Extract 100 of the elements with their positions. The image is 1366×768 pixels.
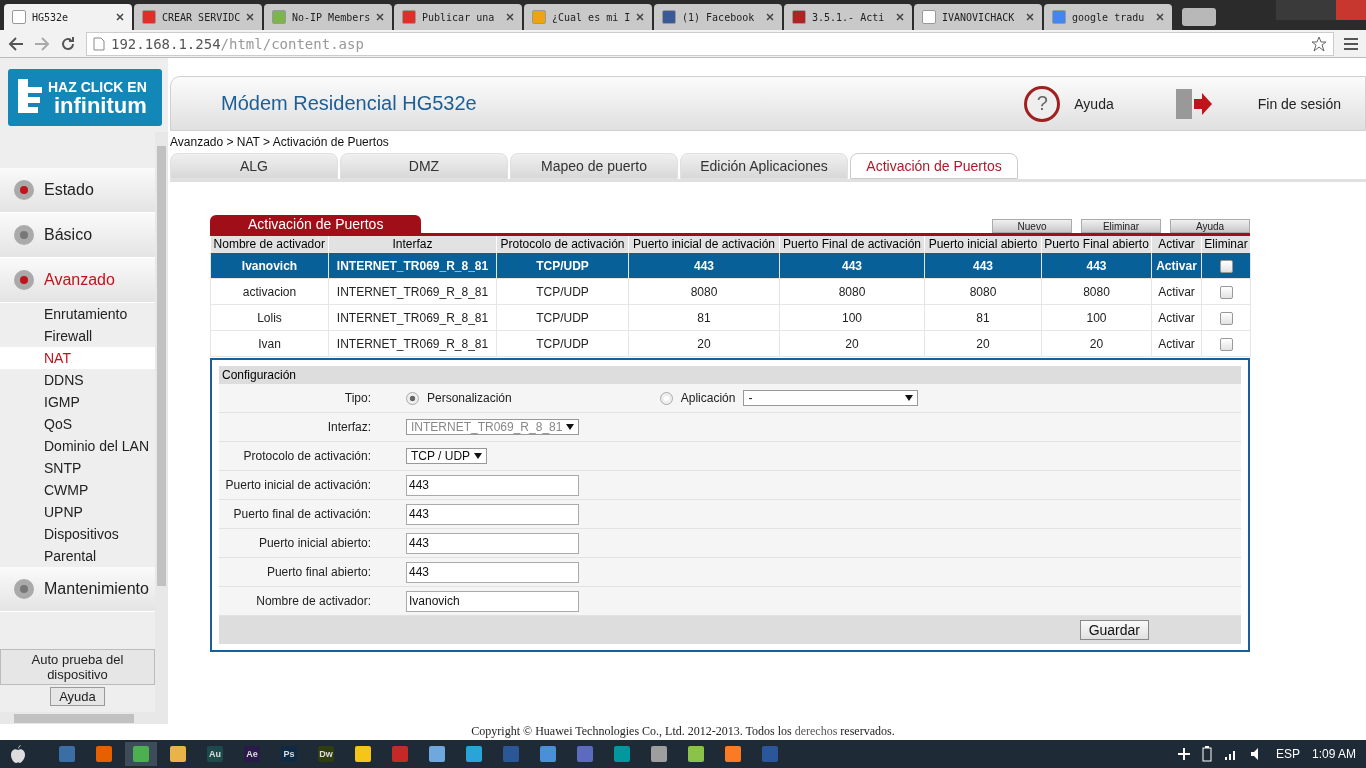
caret-icon [566,424,575,430]
table-cell: TCP/UDP [496,304,629,331]
browser-tab[interactable]: No-IP Members [264,4,392,30]
taskbar-app[interactable]: Ae [236,742,268,766]
plus-icon[interactable] [1177,748,1190,760]
delete-checkbox[interactable] [1219,285,1233,299]
table-cell: TCP/UDP [496,330,629,357]
input-field[interactable]: 443 [406,532,579,554]
browser-tab[interactable]: ¿Cual es mi I [524,4,652,30]
input-field[interactable]: Ivanovich [406,590,579,612]
panel-button[interactable]: Nuevo [992,219,1072,233]
sidebar-item[interactable]: Parental [0,545,155,567]
apple-icon[interactable] [10,745,26,763]
panel-button[interactable]: Eliminar [1081,219,1161,233]
column-header: Puerto inicial de activación [628,236,780,253]
close-icon[interactable] [896,13,904,21]
close-icon[interactable] [376,13,384,21]
browser-tab[interactable]: CREAR SERVIDC [134,4,262,30]
sidebar-item[interactable]: QoS [0,413,155,435]
radio-button[interactable] [659,391,673,405]
column-header: Puerto Final abierto [1041,236,1152,253]
taskbar-app[interactable]: Au [199,742,231,766]
browser-tab[interactable]: IVANOVICHACK [914,4,1042,30]
page-tab[interactable]: Mapeo de puerto [510,153,678,179]
menu-icon[interactable] [1344,37,1358,50]
horizontal-scrollbar[interactable] [0,712,155,724]
star-icon[interactable] [1311,35,1327,52]
table-cell: 20 [628,330,780,357]
help-link[interactable]: Ayuda [1074,95,1114,112]
browser-tab[interactable]: Publicar una [394,4,522,30]
sidebar-item[interactable]: SNTP [0,457,155,479]
signal-icon[interactable] [1223,748,1238,760]
sidebar-item[interactable]: Enrutamiento [0,303,155,325]
help-icon[interactable]: ? [1024,85,1061,122]
sidebar-item[interactable]: Dispositivos [0,523,155,545]
rights-link[interactable]: derechos [794,724,838,738]
reload-icon[interactable] [60,35,76,52]
application-select[interactable]: - [743,390,919,406]
sidebar-item[interactable]: Firewall [0,325,155,347]
close-icon[interactable] [1156,13,1164,21]
column-header: Eliminar [1201,236,1251,253]
sidebar-item[interactable]: UPNP [0,501,155,523]
sidebar-section[interactable]: Estado [0,168,155,213]
field-label: Nombre de activador: [255,594,371,608]
field-label: Protocolo de activación: [242,449,371,463]
close-icon[interactable] [636,13,644,21]
browser-tab[interactable]: 3.5.1.- Acti [784,4,912,30]
input-field[interactable]: 443 [406,561,579,583]
delete-checkbox[interactable] [1219,337,1233,351]
field-label: Puerto inicial abierto: [257,536,371,550]
clock[interactable]: 1:09 AM [1311,747,1356,761]
sidebar-section[interactable]: Básico [0,213,155,258]
panel-button[interactable]: Ayuda [1170,219,1250,233]
input-field[interactable]: 443 [406,474,579,496]
close-icon[interactable] [1026,13,1034,21]
delete-checkbox[interactable] [1219,311,1233,325]
back-icon[interactable] [8,36,24,51]
column-header: Activar [1151,236,1202,253]
browser-tab[interactable]: google tradu [1044,4,1172,30]
logo[interactable]: HAZ CLICK EN infinitum [8,69,162,126]
input-field[interactable]: 443 [406,503,579,525]
page-tab[interactable]: DMZ [340,153,508,179]
language-indicator[interactable]: ESP [1275,747,1300,761]
taskbar-app[interactable]: Dw [310,742,342,766]
page-tab[interactable]: ALG [170,153,338,179]
close-icon[interactable] [766,13,774,21]
close-icon[interactable] [506,13,514,21]
sidebar-item[interactable]: Dominio del LAN [0,435,155,457]
sidebar-section[interactable]: Mantenimiento [0,567,155,612]
sidebar-item[interactable]: NAT [0,347,155,369]
browser-tab[interactable]: (1) Facebook [654,4,782,30]
sidebar-item[interactable]: CWMP [0,479,155,501]
delete-checkbox[interactable] [1219,259,1233,273]
page-title: Módem Residencial HG532e [221,92,478,115]
column-header: Puerto Final de activación [779,236,925,253]
close-icon[interactable] [246,13,254,21]
sidebar-item[interactable]: IGMP [0,391,155,413]
table-cell: 443 [779,252,925,279]
radio-button[interactable] [406,391,419,405]
battery-icon[interactable] [1201,746,1212,762]
address-bar[interactable]: 192.168.1.254/html/content.asp [86,31,1334,56]
page-tab[interactable]: Activación de Puertos [850,153,1018,179]
logout-icon[interactable] [1173,86,1214,121]
vertical-scrollbar[interactable] [155,132,168,724]
help-button[interactable]: Ayuda [50,687,105,706]
page-icon [93,36,105,51]
self-test-button[interactable]: Auto prueba del dispositivo [0,649,155,685]
save-button[interactable]: Guardar [1079,620,1149,640]
table-cell: TCP/UDP [496,252,629,279]
sidebar-section[interactable]: Avanzado [0,258,155,303]
dropdown[interactable]: TCP / UDP [406,448,488,464]
table-cell[interactable]: Activar [1151,252,1202,279]
browser-tab[interactable]: HG532e [4,4,132,30]
sidebar-item[interactable]: DDNS [0,369,155,391]
table-cell: 81 [628,304,780,331]
page-tab[interactable]: Edición Aplicaciones [680,153,848,179]
url-text: 192.168.1.254/html/content.asp [111,35,364,52]
logout-link[interactable]: Fin de sesión [1257,95,1341,112]
close-icon[interactable] [116,13,124,21]
taskbar-app[interactable]: Ps [273,742,305,766]
